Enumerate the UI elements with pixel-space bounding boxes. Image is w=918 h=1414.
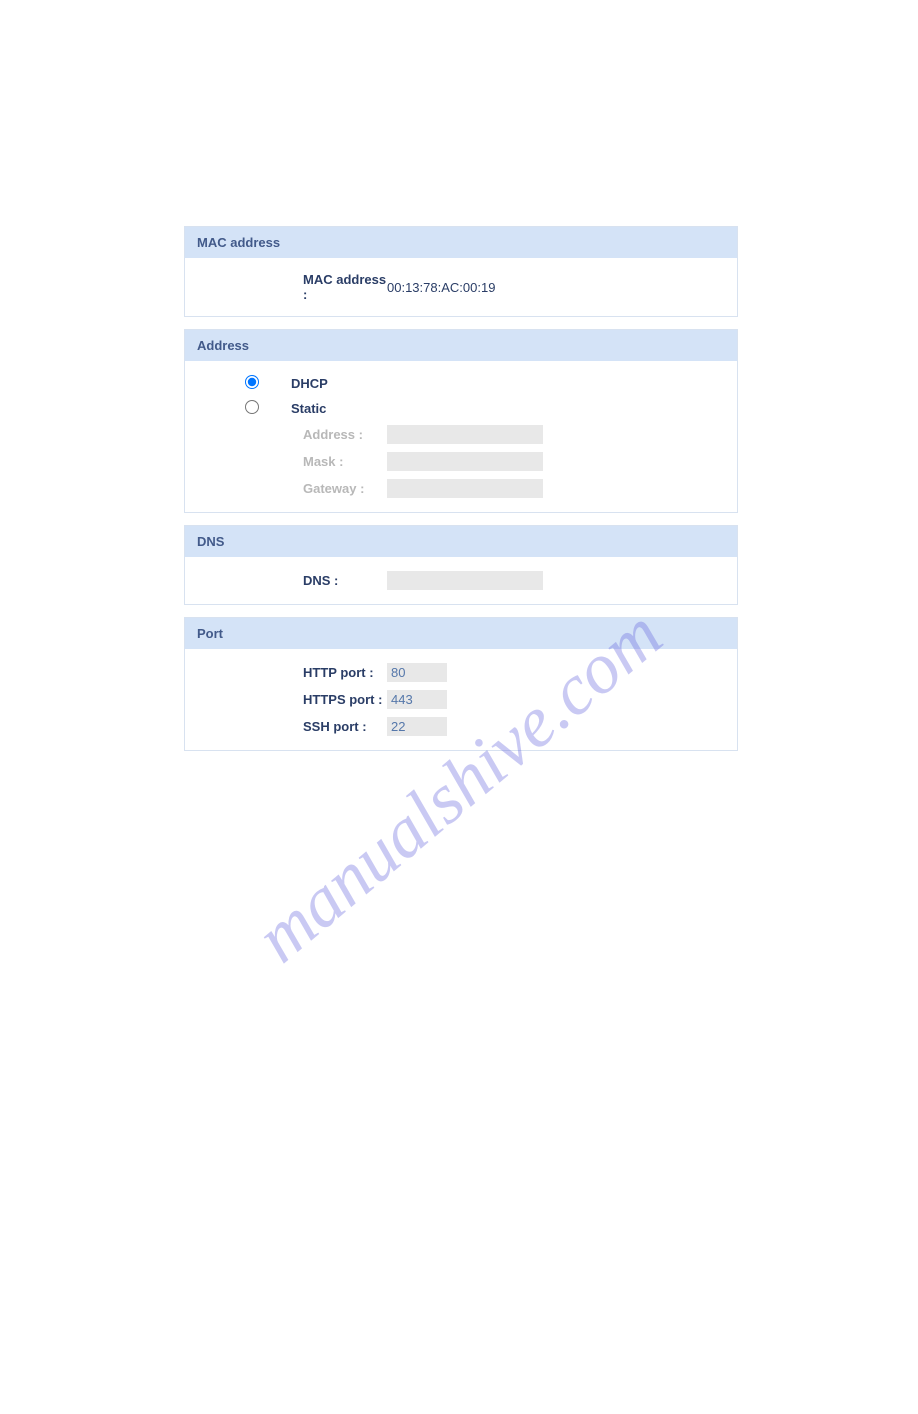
static-label: Static xyxy=(277,401,326,416)
ssh-port-label: SSH port : xyxy=(197,719,387,734)
https-port-label: HTTPS port : xyxy=(197,692,387,707)
gateway-label: Gateway : xyxy=(197,481,387,496)
static-radio[interactable] xyxy=(245,400,259,414)
address-label: Address : xyxy=(197,427,387,442)
dhcp-radio[interactable] xyxy=(245,375,259,389)
dhcp-label: DHCP xyxy=(277,376,328,391)
http-port-input[interactable] xyxy=(387,663,447,682)
dns-label: DNS : xyxy=(197,573,387,588)
mask-label: Mask : xyxy=(197,454,387,469)
mac-value: 00:13:78:AC:00:19 xyxy=(387,280,725,295)
dns-section: DNS DNS : xyxy=(184,525,738,605)
dns-header: DNS xyxy=(185,526,737,557)
mac-section: MAC address MAC address : 00:13:78:AC:00… xyxy=(184,226,738,317)
https-port-input[interactable] xyxy=(387,690,447,709)
settings-form: MAC address MAC address : 00:13:78:AC:00… xyxy=(184,226,738,751)
ssh-port-input[interactable] xyxy=(387,717,447,736)
dns-input[interactable] xyxy=(387,571,543,590)
http-port-label: HTTP port : xyxy=(197,665,387,680)
mac-header: MAC address xyxy=(185,227,737,258)
mac-label: MAC address : xyxy=(197,272,387,302)
address-input[interactable] xyxy=(387,425,543,444)
address-section: Address DHCP Static Address : xyxy=(184,329,738,513)
port-section: Port HTTP port : HTTPS port : SSH port : xyxy=(184,617,738,751)
mask-input[interactable] xyxy=(387,452,543,471)
gateway-input[interactable] xyxy=(387,479,543,498)
address-header: Address xyxy=(185,330,737,361)
port-header: Port xyxy=(185,618,737,649)
